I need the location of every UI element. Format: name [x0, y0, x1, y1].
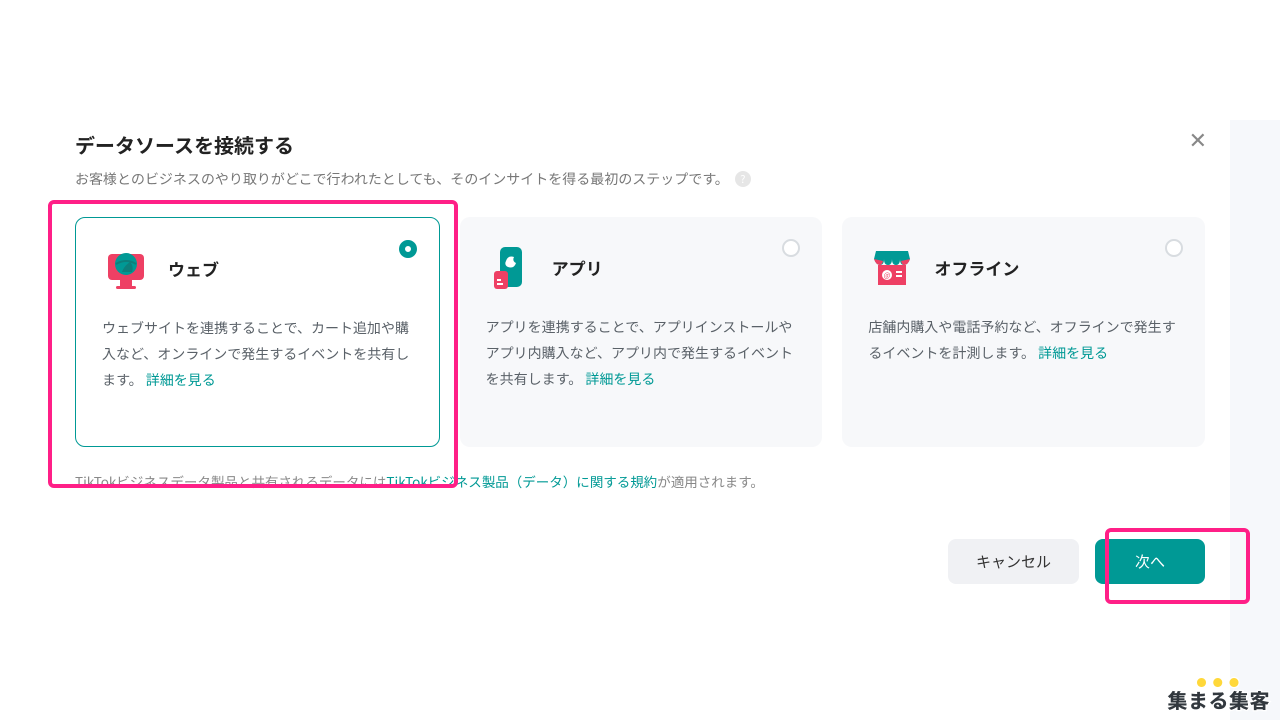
- card-web[interactable]: ウェブ ウェブサイトを連携することで、カート追加や購入など、オンラインで発生する…: [75, 217, 440, 447]
- card-app-title: アプリ: [552, 255, 603, 280]
- store-icon: @: [868, 243, 916, 291]
- card-web-desc: ウェブサイトを連携することで、カート追加や購入など、オンラインで発生するイベント…: [102, 316, 413, 394]
- card-app[interactable]: アプリ アプリを連携することで、アプリインストールやアプリ内購入など、アプリ内で…: [460, 217, 823, 447]
- terms-link[interactable]: TikTokビジネス製品（データ）に関する規約: [386, 471, 657, 491]
- card-offline-desc: 店舗内購入や電話予約など、オフラインで発生するイベントを計測します。 詳細を見る: [868, 315, 1179, 367]
- svg-text:@: @: [884, 271, 891, 281]
- card-web-more[interactable]: 詳細を見る: [146, 370, 216, 390]
- radio-web[interactable]: [399, 240, 417, 258]
- card-web-title: ウェブ: [168, 256, 219, 281]
- help-icon[interactable]: ?: [735, 171, 751, 187]
- modal-title: データソースを接続する: [55, 100, 1225, 169]
- card-offline-title: オフライン: [934, 255, 1019, 280]
- modal-footer: キャンセル 次へ: [55, 491, 1225, 604]
- radio-offline[interactable]: [1165, 239, 1183, 257]
- card-offline[interactable]: @ オフライン 店舗内購入や電話予約など、オフラインで発生するイベントを計測しま…: [842, 217, 1205, 447]
- phone-icon: [486, 243, 534, 291]
- source-cards: ウェブ ウェブサイトを連携することで、カート追加や購入など、オンラインで発生する…: [55, 217, 1225, 447]
- cancel-button[interactable]: キャンセル: [948, 539, 1079, 584]
- connect-data-source-modal: ✕ データソースを接続する お客様とのビジネスのやり取りがどこで行われたとしても…: [55, 100, 1225, 604]
- close-button[interactable]: ✕: [1189, 128, 1207, 154]
- globe-icon: [102, 244, 150, 292]
- modal-subtitle: お客様とのビジネスのやり取りがどこで行われたとしても、そのインサイトを得る最初の…: [55, 169, 1225, 217]
- card-app-more[interactable]: 詳細を見る: [585, 369, 655, 389]
- card-offline-more[interactable]: 詳細を見る: [1038, 343, 1108, 363]
- next-button[interactable]: 次へ: [1095, 539, 1205, 584]
- watermark-logo: ● ● ● 集まる集客: [1168, 674, 1271, 714]
- terms-disclosure: TikTokビジネスデータ製品と共有されるデータにはTikTokビジネス製品（デ…: [55, 447, 1225, 491]
- card-app-desc: アプリを連携することで、アプリインストールやアプリ内購入など、アプリ内で発生する…: [486, 315, 797, 393]
- subtitle-text: お客様とのビジネスのやり取りがどこで行われたとしても、そのインサイトを得る最初の…: [75, 169, 729, 189]
- radio-app[interactable]: [782, 239, 800, 257]
